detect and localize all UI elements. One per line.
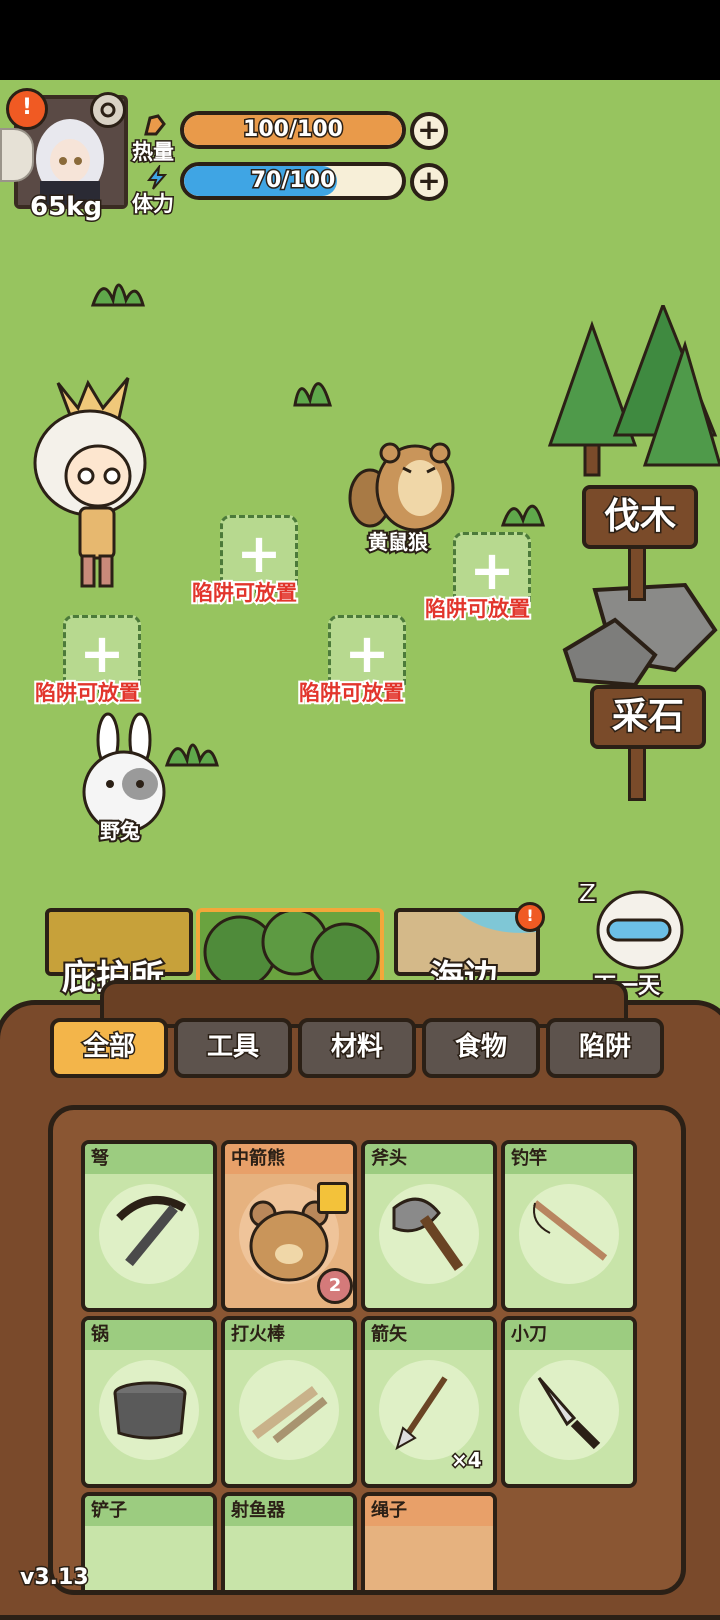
rabbit-label: 野兔 (98, 817, 142, 845)
axe-icon (392, 1197, 464, 1271)
crossbow-icon (116, 1196, 186, 1267)
inventory-item-wounded-bear[interactable]: 中箭熊 2 (221, 1140, 357, 1312)
svg-text:Z: Z (578, 879, 597, 909)
fishing-rod-icon (532, 1200, 608, 1261)
item-name: 钓竿 (505, 1144, 633, 1174)
weasel-label: 黄鼠狼 (366, 528, 430, 556)
calories-icon (144, 114, 166, 136)
inventory-item-knife[interactable]: 小刀 (501, 1316, 637, 1488)
category-tab-materials[interactable]: 材料 (298, 1018, 416, 1078)
inventory-item-pot[interactable]: 锅 (81, 1316, 217, 1488)
trap-slot-label: 陷阱可放置 (297, 679, 406, 707)
arrow-icon (395, 1376, 448, 1451)
mine-stone-button[interactable]: 采石 (590, 685, 706, 749)
shovel-tag-icon (317, 1182, 349, 1214)
item-name: 打火棒 (225, 1320, 353, 1350)
stamina-value: 70/100 (249, 167, 337, 195)
category-tab-food[interactable]: 食物 (422, 1018, 540, 1078)
pine-trees-icon (547, 305, 720, 477)
weasel-animal[interactable] (345, 428, 460, 533)
add-calories-button[interactable]: + (410, 112, 448, 150)
inventory-item-shovel[interactable]: 铲子 (81, 1492, 217, 1590)
pot-icon (113, 1381, 187, 1440)
category-tab-traps[interactable]: 陷阱 (546, 1018, 664, 1078)
grass-tuft-icon (500, 504, 545, 527)
inventory-item-rope[interactable]: 绳子 (361, 1492, 497, 1590)
calories-label: 热量 (131, 139, 176, 166)
item-name: 斧头 (365, 1144, 493, 1174)
item-name: 绳子 (365, 1496, 493, 1526)
version-label: v3.13 (19, 1564, 91, 1592)
inventory-item-fishing-rod[interactable]: 钓竿 (501, 1140, 637, 1312)
grass-tuft-icon (90, 283, 145, 307)
inventory-item-fish-spear[interactable]: 射鱼器 (221, 1492, 357, 1590)
chop-wood-button[interactable]: 伐木 (582, 485, 698, 549)
calories-value: 100/100 (242, 116, 345, 144)
stamina-bar: 70/100 (180, 162, 406, 200)
item-name: 弩 (85, 1144, 213, 1174)
category-tab-all[interactable]: 全部 (50, 1018, 168, 1078)
inventory-item-axe[interactable]: 斧头 (361, 1140, 497, 1312)
inventory-item-fire-drill[interactable]: 打火棒 (221, 1316, 357, 1488)
calories-bar: 100/100 (180, 111, 406, 149)
sign-post (628, 540, 646, 601)
trap-slot-label: 陷阱可放置 (423, 595, 532, 623)
item-name: 中箭熊 (225, 1144, 353, 1174)
trap-slot-label: 陷阱可放置 (33, 679, 142, 707)
item-name: 锅 (85, 1320, 213, 1350)
category-tab-tools[interactable]: 工具 (174, 1018, 292, 1078)
next-day-character[interactable]: Z (578, 872, 688, 972)
side-menu-tab[interactable] (0, 128, 34, 182)
inventory-item-arrows[interactable]: 箭矢 ×4 (361, 1316, 497, 1488)
sign-post (628, 740, 646, 801)
item-name: 箭矢 (365, 1320, 493, 1350)
alert-badge: ! (6, 88, 48, 130)
beach-alert-badge: ! (515, 902, 545, 932)
inventory-panel: 弩 中箭熊 2 斧头 钓竿 锅 打火棒 箭矢 ×4 小刀 铲子 射鱼器 绳子 (48, 1105, 686, 1595)
item-count-badge: 2 (317, 1268, 353, 1304)
knife-icon (537, 1377, 601, 1450)
status-bar (0, 0, 720, 80)
item-name: 铲子 (85, 1496, 213, 1526)
grass-tuft-icon (293, 382, 333, 407)
stamina-label: 体力 (131, 191, 176, 218)
inventory-item-crossbow[interactable]: 弩 (81, 1140, 217, 1312)
fire-drill-icon (252, 1386, 328, 1444)
player-character[interactable] (18, 368, 158, 593)
player-weight: 65kg (28, 191, 103, 224)
trap-slot-label: 陷阱可放置 (190, 579, 299, 607)
item-name: 小刀 (505, 1320, 633, 1350)
item-count: ×4 (450, 1447, 484, 1474)
item-name: 射鱼器 (225, 1496, 353, 1526)
add-stamina-button[interactable]: + (410, 163, 448, 201)
settings-gear-icon[interactable] (90, 92, 126, 128)
